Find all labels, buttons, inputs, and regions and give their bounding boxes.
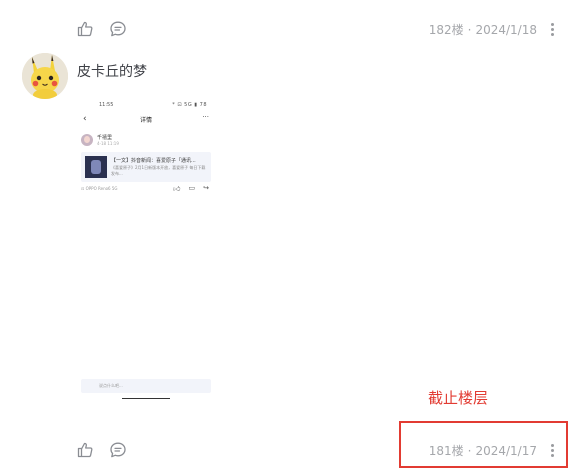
post-author[interactable]: 皮卡丘的梦 (77, 61, 147, 81)
image-link-card: 【一文】抖音新闻：喜爱原子「通讯... 《喜爱原子》2月1日新版本开放，喜爱原子… (81, 152, 211, 182)
floor-number: 182楼 (428, 23, 464, 37)
thumbs-up-icon (77, 21, 93, 37)
image-card-desc: 《喜爱原子》2月1日新版本开放，喜爱原子 每日下载发布... (111, 165, 206, 176)
image-input-placeholder: 说点什么吧... (99, 383, 123, 388)
image-like-icon: 👍︎ (173, 185, 181, 193)
post-footer-181: 181楼 · 2024/1/17 (0, 437, 581, 463)
avatar[interactable] (22, 53, 68, 99)
image-more-icon: ··· (202, 113, 209, 121)
thread-page: 182楼·2024/1/18 皮卡丘的梦 11:55 * ⊡ 5G ▮ 78 (0, 0, 581, 473)
image-title: 详情 (139, 117, 152, 124)
comment-button[interactable] (108, 440, 128, 460)
image-status-time: 11:55 (99, 102, 114, 108)
post-date: 2024/1/18 (475, 23, 537, 37)
like-button[interactable] (75, 440, 95, 460)
image-home-indicator (122, 398, 170, 399)
image-user-avatar (81, 134, 93, 146)
floor-number: 181楼 (428, 444, 464, 458)
image-user-sub: 4-18 11:19 (97, 141, 119, 146)
vertical-dots-icon (550, 443, 554, 447)
more-options-button[interactable] (547, 440, 557, 460)
meta-separator: · (467, 444, 472, 458)
image-card-thumbnail (85, 156, 107, 178)
thumbs-up-icon (77, 442, 93, 458)
post-date: 2024/1/17 (475, 444, 537, 458)
comment-bubble-icon (110, 21, 126, 37)
pikachu-avatar-icon (22, 53, 68, 99)
image-user-name: 千禧里 (97, 135, 113, 141)
image-status-bar: 11:55 * ⊡ 5G ▮ 78 (77, 100, 215, 110)
vertical-dots-icon (550, 22, 554, 26)
image-actions: 👍︎ ▭ ↪ (173, 184, 209, 193)
comment-bubble-icon (110, 442, 126, 458)
image-share-icon: ↪ (203, 184, 209, 192)
post-image[interactable]: 11:55 * ⊡ 5G ▮ 78 ‹ 详情 ··· 千禧里 4-18 11:1… (77, 96, 215, 408)
image-title-bar: ‹ 详情 ··· (77, 112, 215, 126)
image-source: ⊡ OPPO Reno6 5G (81, 186, 118, 191)
annotation-label: 截止楼层 (428, 389, 489, 407)
like-button[interactable] (75, 19, 95, 39)
more-options-button[interactable] (547, 19, 557, 39)
image-input-bar: 说点什么吧... (81, 379, 211, 393)
post-footer-182: 182楼 · 2024/1/18 (0, 16, 581, 42)
image-comment-icon: ▭ (188, 184, 196, 192)
image-status-icons: * ⊡ 5G ▮ 78 (172, 102, 207, 108)
post-meta: 182楼 · 2024/1/18 (429, 21, 537, 38)
image-card-title: 【一文】抖音新闻：喜爱原子「通讯... (111, 158, 196, 164)
post-meta: 181楼 · 2024/1/17 (429, 442, 537, 459)
comment-button[interactable] (108, 19, 128, 39)
meta-separator: · (467, 23, 472, 37)
